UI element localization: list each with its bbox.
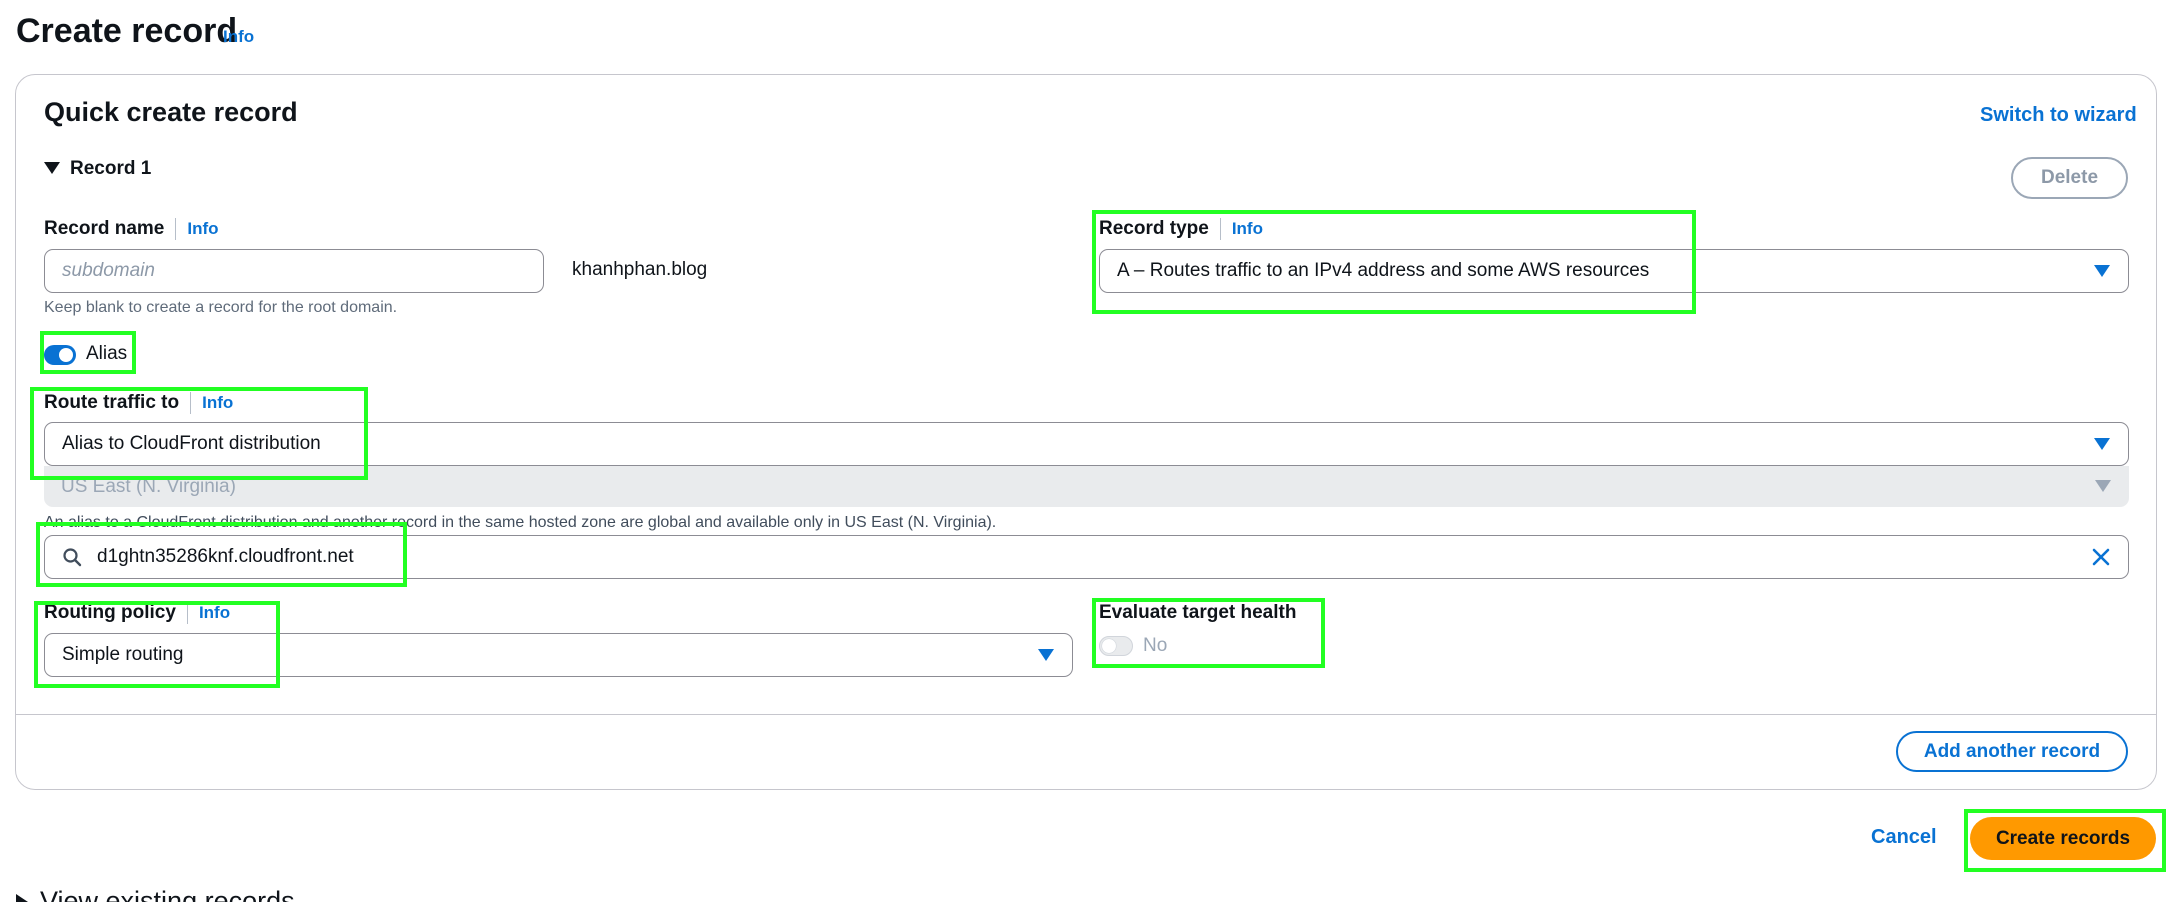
page-info-link[interactable]: Info [223,27,254,47]
record-name-hint: Keep blank to create a record for the ro… [44,299,398,316]
switch-to-wizard-link[interactable]: Switch to wizard [1980,104,2137,127]
panel-title: Quick create record [44,97,298,127]
cancel-button[interactable]: Cancel [1871,826,1937,849]
record-section-toggle[interactable]: Record 1 [70,158,151,180]
label-divider [175,218,177,240]
clear-icon[interactable] [2088,544,2114,570]
highlight-route-traffic [30,387,368,480]
highlight-evaluate-health [1092,598,1325,668]
view-existing-records-toggle[interactable]: View existing records [16,886,295,902]
record-name-input[interactable] [62,260,543,282]
record-name-info-link[interactable]: Info [187,219,218,239]
caret-down-icon [2094,265,2110,277]
highlight-distribution [36,522,407,587]
delete-button[interactable]: Delete [2011,157,2128,199]
highlight-create-records [1964,809,2166,872]
caret-right-icon [16,893,28,902]
page-title: Create record [16,12,238,50]
caret-down-icon [2094,438,2110,450]
highlight-routing-policy [34,601,280,688]
record-name-field[interactable] [44,249,544,293]
caret-down-icon [2095,480,2111,492]
domain-suffix: khanhphan.blog [572,259,708,280]
highlight-alias [40,331,136,374]
highlight-record-type [1092,210,1696,314]
panel-divider [16,714,2156,715]
add-another-record-button[interactable]: Add another record [1896,731,2128,772]
view-existing-label: View existing records [40,886,295,902]
caret-down-icon [1038,649,1054,661]
caret-down-icon[interactable] [44,162,60,174]
record-name-label-text: Record name [44,218,165,239]
record-name-label: Record name Info [44,218,219,240]
